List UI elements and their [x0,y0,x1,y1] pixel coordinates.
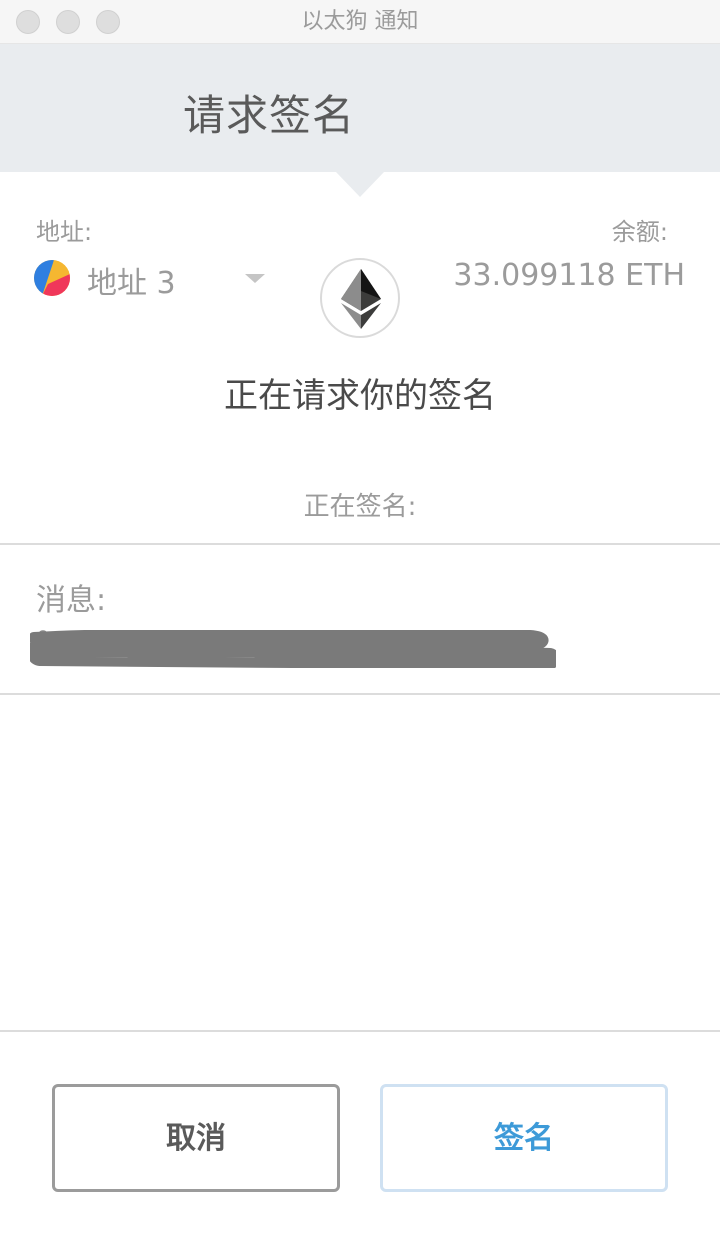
notification-window: 以太狗 通知 请求签名 地址: 余额: 地址 3 33.099118 ETH 正… [0,0,720,1240]
divider [0,543,720,545]
divider [0,1030,720,1032]
address-label: 地址: [36,218,93,246]
account-balance: 33.099118 ETH [453,258,685,293]
window-title: 以太狗 通知 [301,9,419,34]
caret-down-icon[interactable] [245,274,265,283]
header-pointer [336,172,384,197]
ethereum-logo-icon [320,258,400,338]
cancel-button[interactable]: 取消 [52,1084,340,1192]
message-label: 消息: [36,583,107,618]
signing-label: 正在签名: [303,492,417,522]
account-identicon [34,260,70,296]
header-band: 请求签名 [0,44,720,172]
account-selector[interactable]: 地址 3 [87,258,176,302]
page-title: 请求签名 [183,91,356,140]
sign-button[interactable]: 签名 [380,1084,668,1192]
redaction-scribble [30,630,556,668]
title-bar: 以太狗 通知 [0,0,720,44]
balance-label: 余额: [611,218,668,246]
divider [0,693,720,695]
signature-request-heading: 正在请求你的签名 [224,376,496,416]
